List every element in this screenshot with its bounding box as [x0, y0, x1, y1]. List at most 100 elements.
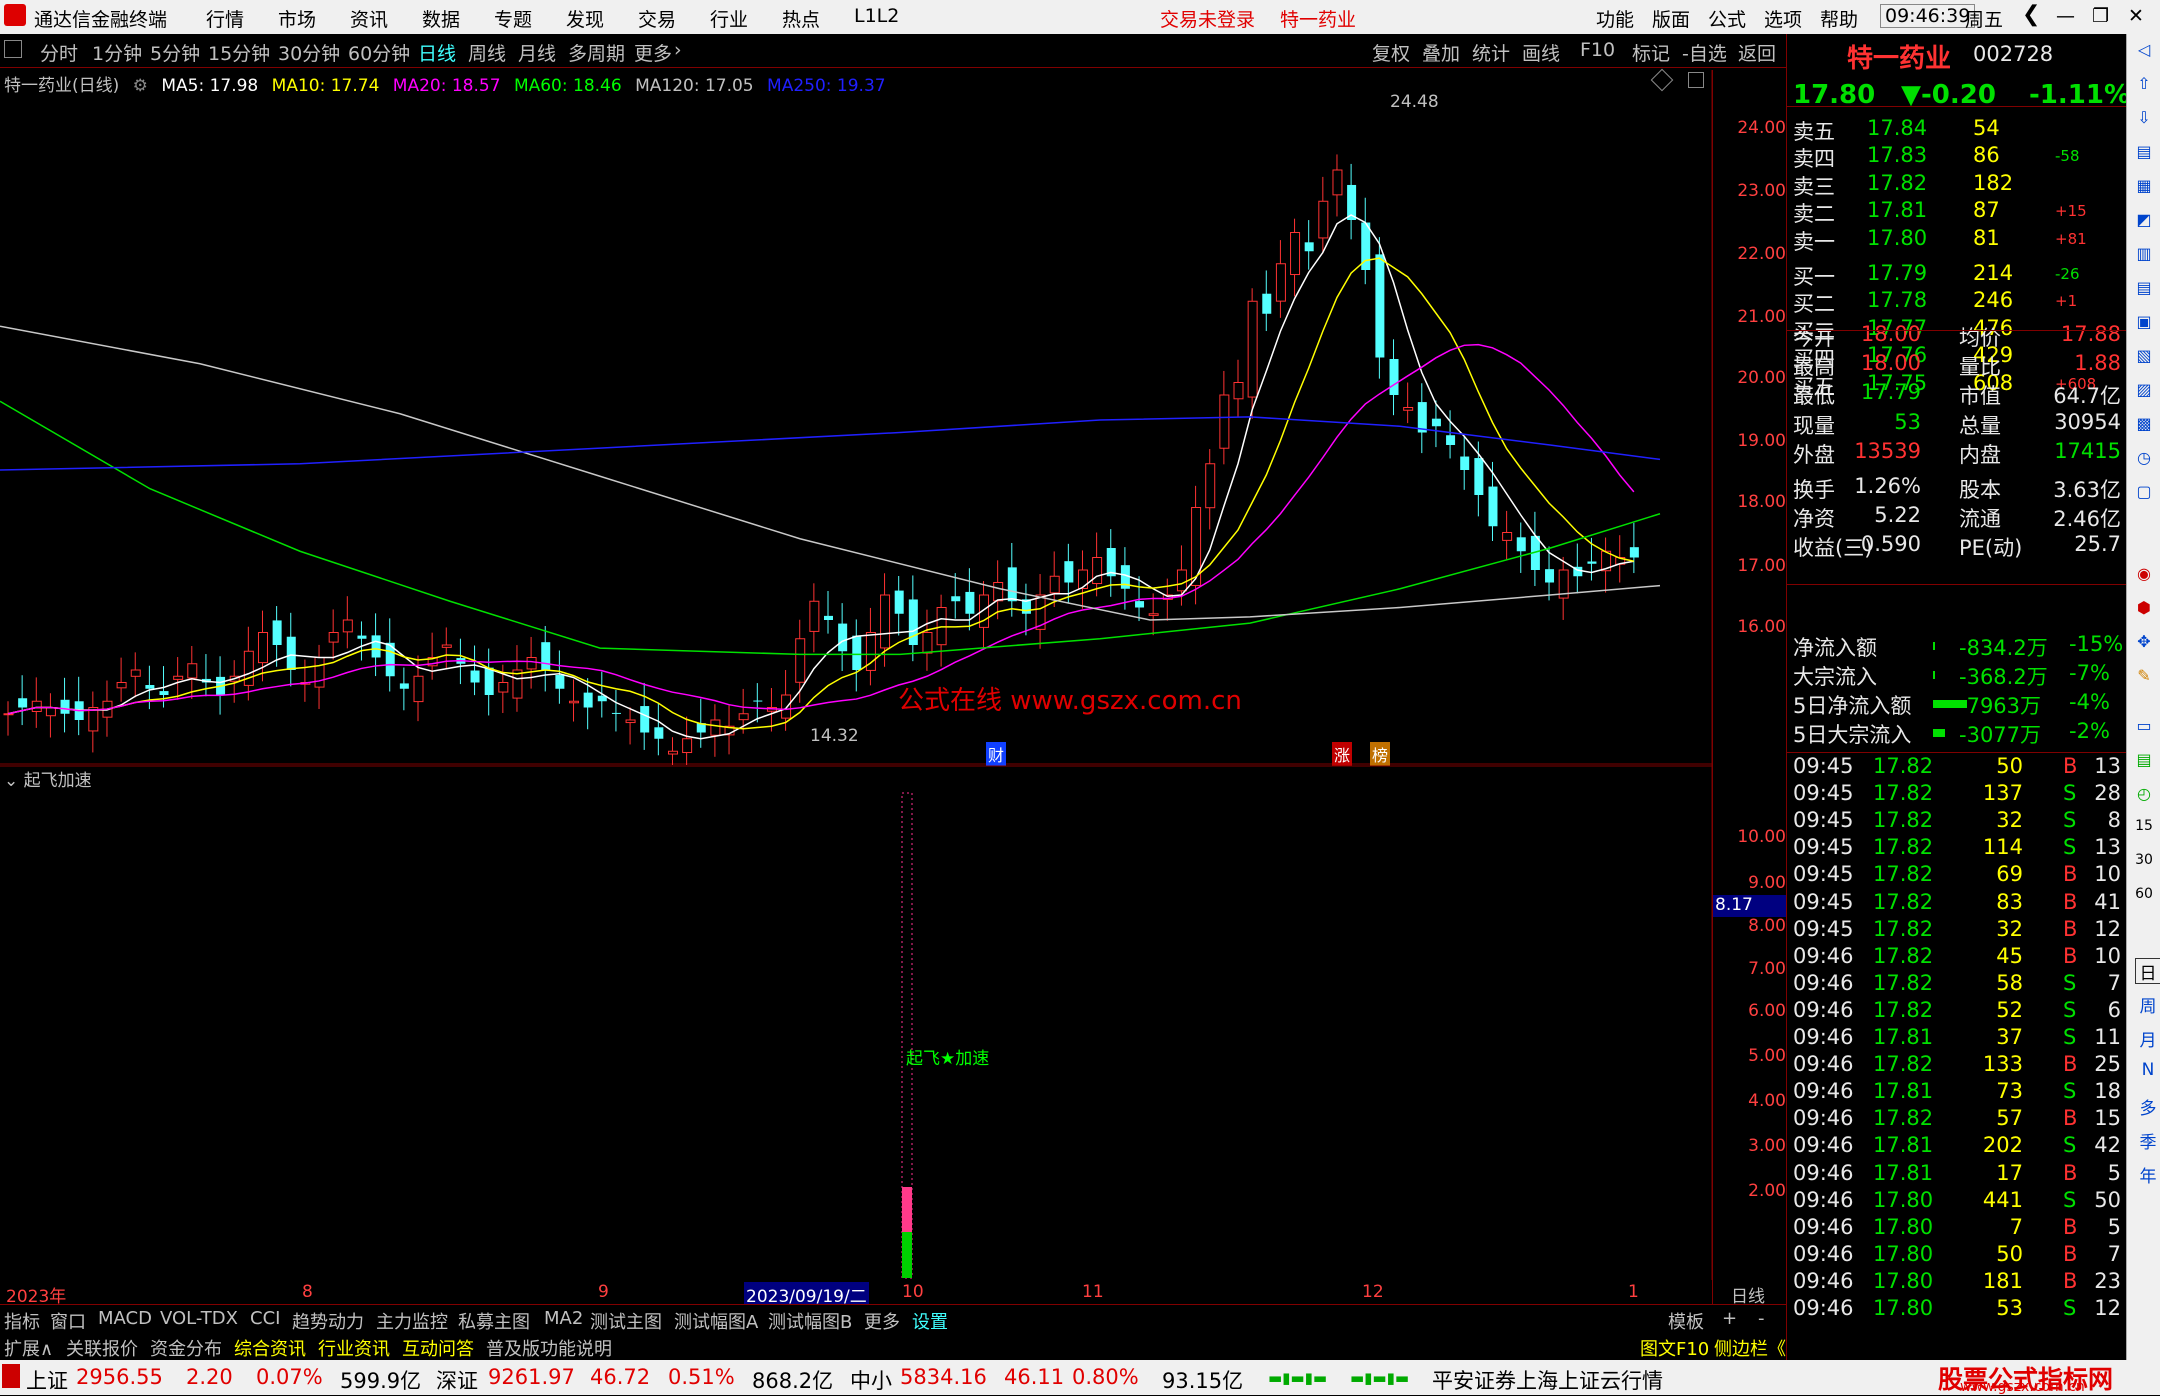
shield-icon[interactable]: ⬢	[2131, 598, 2157, 624]
period-button[interactable]: 日	[2135, 958, 2160, 984]
panel-toggle-icon[interactable]	[4, 40, 22, 58]
rss-icon[interactable]: ◉	[2131, 564, 2157, 590]
tab-timeframe[interactable]: 分时	[40, 39, 78, 66]
tab-indicator[interactable]: CCI	[250, 1308, 280, 1329]
clock-icon[interactable]: ◷	[2131, 448, 2157, 474]
candlestick-chart[interactable]	[0, 70, 1712, 765]
tab-timeframe[interactable]: 60分钟	[348, 39, 410, 66]
tab-indicator[interactable]: 测试幅图A	[674, 1308, 758, 1334]
menu-item[interactable]: 热点	[782, 5, 820, 32]
period-30[interactable]: 30	[2131, 852, 2157, 878]
order-book-row[interactable]: 卖四 17.83 86 -58	[1793, 143, 2121, 171]
order-book-row[interactable]: 卖三 17.82 182	[1793, 171, 2121, 199]
arrow-up-icon[interactable]: ⇧	[2131, 74, 2157, 100]
indicator-chart[interactable]	[0, 765, 1712, 1280]
tab-indicator[interactable]: MACD	[98, 1308, 152, 1329]
f12-icon[interactable]: ▩	[2131, 414, 2157, 440]
tab-info[interactable]: 行业资讯	[318, 1335, 390, 1361]
period-60[interactable]: 60	[2131, 886, 2157, 912]
menu-item[interactable]: 交易	[638, 5, 676, 32]
tab-indicator[interactable]: 测试主图	[590, 1308, 662, 1334]
f10-button[interactable]: 图文F10	[1640, 1335, 1709, 1361]
menu-item[interactable]: 发现	[566, 5, 604, 32]
grid-icon[interactable]: ▦	[2131, 176, 2157, 202]
index-name[interactable]: 中小	[850, 1365, 892, 1395]
menu-item[interactable]: 行情	[206, 5, 244, 32]
event-marker[interactable]: 涨	[1332, 742, 1353, 766]
order-book-row[interactable]: 卖五 17.84 54	[1793, 116, 2121, 144]
index-name[interactable]: 上证	[26, 1365, 68, 1395]
toolbar-button[interactable]: 返回	[1738, 39, 1776, 66]
template-button[interactable]: 模板	[1668, 1308, 1704, 1334]
period-button[interactable]: 年	[2135, 1162, 2160, 1188]
tab-timeframe[interactable]: 月线	[518, 39, 556, 66]
toolbar-button[interactable]: -自选	[1682, 39, 1727, 66]
index-name[interactable]: 深证	[436, 1365, 478, 1395]
menu-item[interactable]: 市场	[278, 5, 316, 32]
tab-indicator[interactable]: 测试幅图B	[768, 1308, 852, 1334]
period-button[interactable]: 季	[2135, 1128, 2160, 1154]
back-icon[interactable]: ❮	[2022, 2, 2040, 27]
period-button[interactable]: N	[2135, 1060, 2160, 1086]
tab-indicator[interactable]: 指标	[4, 1308, 40, 1334]
chevron-down-icon[interactable]: ⌄	[4, 771, 24, 791]
tab-timeframe[interactable]: 15分钟	[208, 39, 270, 66]
tab-indicator[interactable]: 主力监控	[376, 1308, 448, 1334]
tab-indicator[interactable]: VOL-TDX	[160, 1308, 238, 1329]
doc-icon[interactable]: ▢	[2131, 482, 2157, 508]
tab-info[interactable]: 资金分布	[150, 1335, 222, 1361]
tab-timeframe[interactable]: 1分钟	[92, 39, 142, 66]
close-icon[interactable]: ✕	[2128, 5, 2144, 27]
tab-info[interactable]: 普及版功能说明	[486, 1335, 612, 1361]
menu-item[interactable]: 帮助	[1820, 5, 1858, 32]
toolbar-button[interactable]: 叠加	[1422, 39, 1460, 66]
event-marker[interactable]: 榜	[1370, 742, 1391, 766]
menu-item[interactable]: 功能	[1596, 5, 1634, 32]
tab-timeframe-active[interactable]: 日线	[418, 39, 456, 66]
board-icon[interactable]: ▧	[2131, 346, 2157, 372]
tab-info[interactable]: 互动问答	[402, 1335, 474, 1361]
order-book-row[interactable]: 卖二 17.81 87 +15	[1793, 198, 2121, 226]
tab-indicator[interactable]: 私募主图	[458, 1308, 530, 1334]
menu-item[interactable]: 专题	[494, 5, 532, 32]
chart-green-icon[interactable]: ▤	[2131, 750, 2157, 776]
tab-timeframe[interactable]: 5分钟	[150, 39, 200, 66]
period-button[interactable]: 月	[2135, 1026, 2160, 1052]
menu-item[interactable]: 版面	[1652, 5, 1690, 32]
order-book-row[interactable]: 买二 17.78 246 +1	[1793, 288, 2121, 316]
menu-item[interactable]: 数据	[422, 5, 460, 32]
toolbar-button[interactable]: 复权	[1372, 39, 1410, 66]
toolbar-button[interactable]: 统计	[1472, 39, 1510, 66]
toolbar-button[interactable]: 画线	[1522, 39, 1560, 66]
period-button[interactable]: 多	[2135, 1094, 2160, 1120]
menu-item[interactable]: 公式	[1708, 5, 1746, 32]
tab-timeframe[interactable]: 周线	[468, 39, 506, 66]
tab-info[interactable]: 关联报价	[66, 1335, 138, 1361]
server-label[interactable]: 平安证券上海上证云行情	[1432, 1365, 1663, 1395]
menu-item[interactable]: 资讯	[350, 5, 388, 32]
minimize-icon[interactable]: —	[2056, 5, 2075, 27]
order-book-row[interactable]: 卖一 17.80 81 +81	[1793, 226, 2121, 254]
fs-icon[interactable]: ▭	[2131, 716, 2157, 742]
candle-icon[interactable]: ▥	[2131, 244, 2157, 270]
tab-settings[interactable]: 设置	[912, 1308, 948, 1334]
table-icon[interactable]: ▤	[2131, 278, 2157, 304]
add-button[interactable]: +	[1722, 1308, 1737, 1329]
tab-info[interactable]: 扩展∧	[4, 1335, 53, 1361]
restore-icon[interactable]: ❐	[2092, 5, 2109, 27]
event-marker[interactable]: 财	[986, 742, 1007, 766]
toolbar-button[interactable]: F10	[1580, 39, 1615, 61]
arrow-down-icon[interactable]: ⇩	[2131, 108, 2157, 134]
tab-timeframe[interactable]: 30分钟	[278, 39, 340, 66]
period-button[interactable]: 周	[2135, 992, 2160, 1018]
sidebar-toggle[interactable]: 侧边栏《	[1714, 1335, 1786, 1361]
order-book-row[interactable]: 买一 17.79 214 -26	[1793, 261, 2121, 289]
chart-icon[interactable]: ◩	[2131, 210, 2157, 236]
tab-indicator[interactable]: MA2	[544, 1308, 583, 1329]
tab-timeframe[interactable]: 多周期	[568, 39, 625, 66]
menu-item[interactable]: L1L2	[854, 5, 899, 27]
report-icon[interactable]: ▨	[2131, 380, 2157, 406]
tab-indicator[interactable]: 趋势动力	[292, 1308, 364, 1334]
move-icon[interactable]: ✥	[2131, 632, 2157, 658]
menu-item[interactable]: 选项	[1764, 5, 1802, 32]
